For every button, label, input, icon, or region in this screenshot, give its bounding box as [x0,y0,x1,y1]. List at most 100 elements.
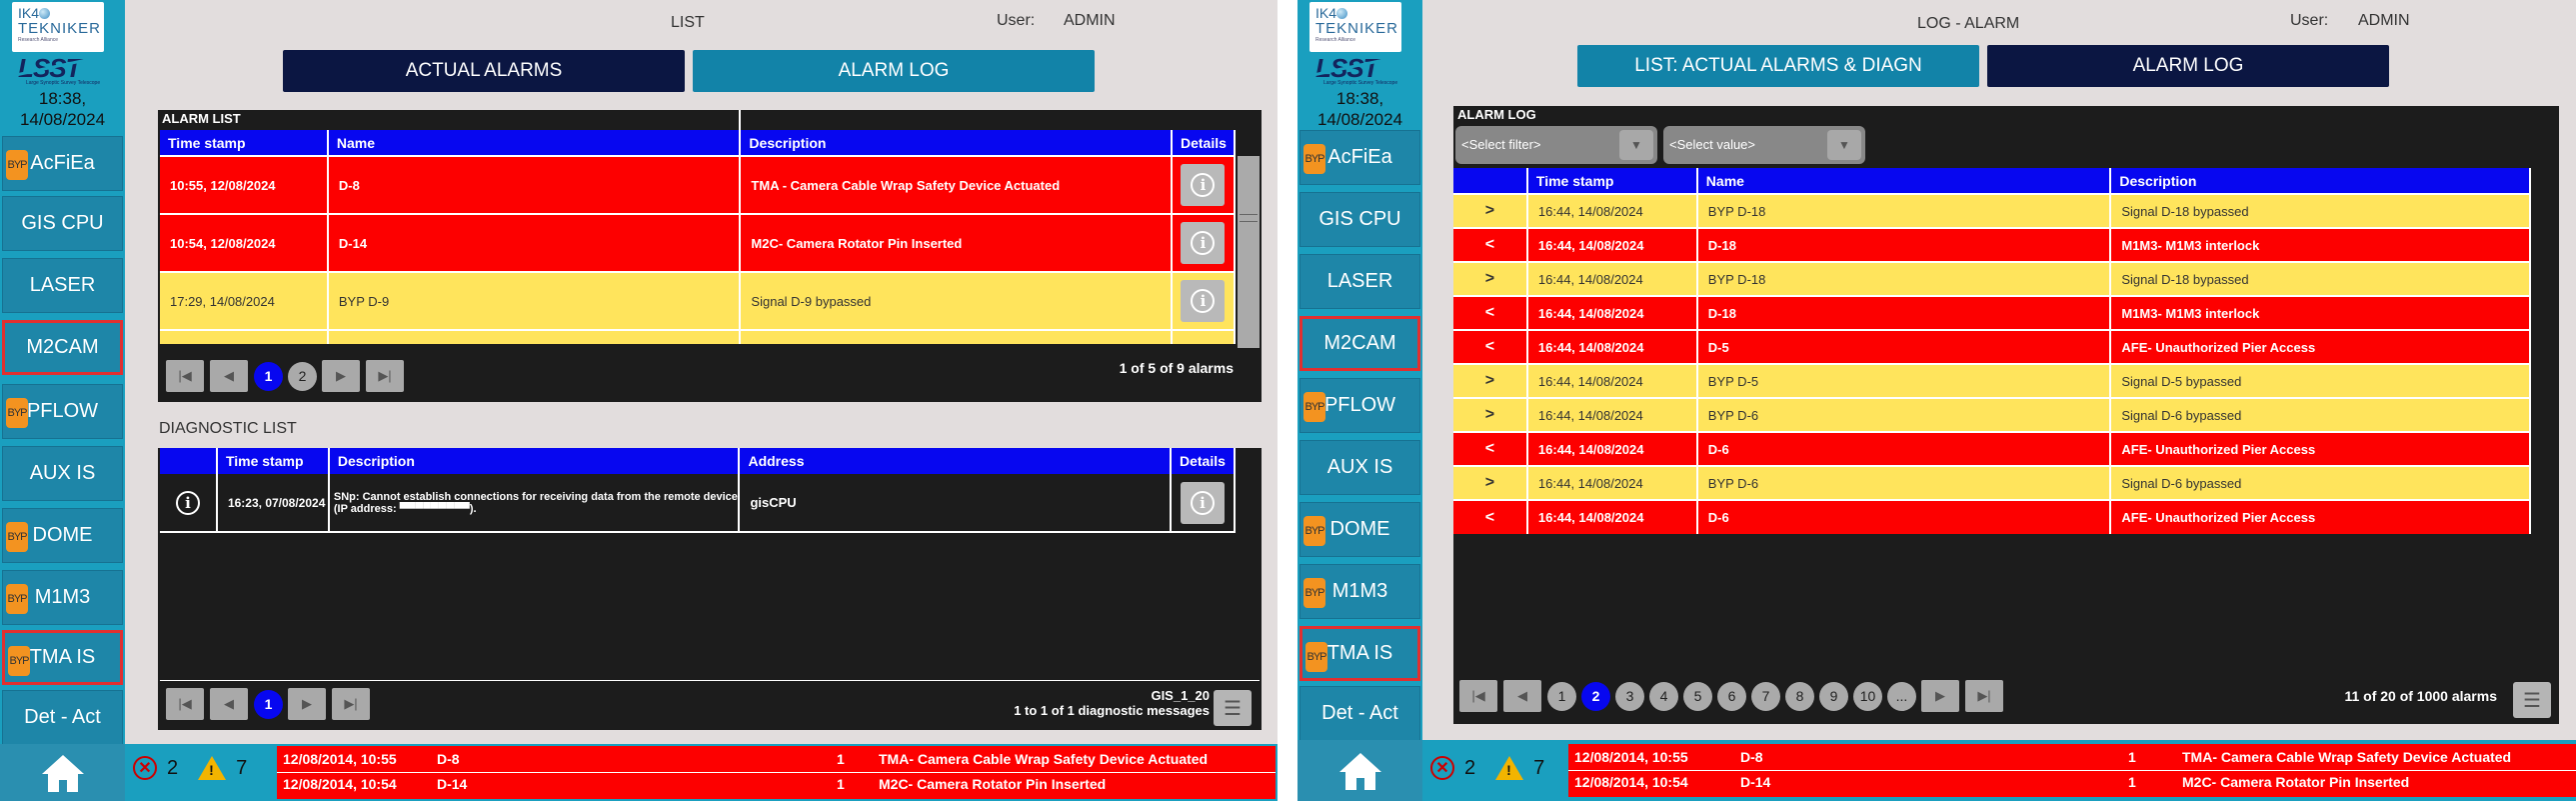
details-button[interactable]: i [1180,481,1225,524]
details-button[interactable]: i [1181,164,1226,206]
details-button[interactable]: i [1181,280,1226,322]
cell-description: SNp: Cannot establish connections for re… [328,474,741,533]
cell-description: Signal D-18 bypassed [2110,193,2531,228]
home-button[interactable] [1297,740,1422,801]
table-row[interactable]: 17:29, 14/08/2024 BYP D-9 Signal D-9 byp… [160,271,1237,330]
first-page-button[interactable]: |◀ [166,360,204,392]
table-row[interactable]: <16:44, 14/08/2024 D-5 AFE- Unauthorized P… [1453,329,2531,364]
tab-alarm-log[interactable]: ALARM LOG [1987,45,2389,87]
table-row[interactable]: >16:44, 14/08/2024 BYP D-6 Signal D-6 bypa… [1453,465,2531,500]
chevron-down-icon: ▼ [1827,130,1861,160]
error-icon: ✕ [1430,756,1454,780]
list-item[interactable]: 12/08/2014, 10:55 D-8 1 TMA- Camera Cabl… [277,748,1276,772]
next-page-button[interactable]: ▶ [1921,680,1959,712]
sidebar-button-aux-is[interactable]: AUX IS [2,446,123,501]
last-page-button[interactable]: ▶| [332,688,370,720]
sidebar-button-label: GIS CPU [1318,208,1401,230]
col-description: Description [740,130,1173,156]
sidebar-button-pflow[interactable]: BYP PFLOW [2,384,123,439]
alarm-summary-list[interactable]: 12/08/2014, 10:55 D-8 1 TMA- Camera Cabl… [1568,744,2576,797]
filter-select[interactable]: <Select filter> ▼ [1455,126,1657,164]
table-row[interactable]: <16:44, 14/08/2024 D-18 M1M3- M1M3 interlo… [1453,295,2531,330]
next-page-button[interactable]: ▶ [322,360,360,392]
page-number[interactable]: 2 [288,361,317,391]
warning-icon: ! [1495,756,1524,780]
details-button[interactable]: i [1181,222,1226,264]
page-number[interactable]: 9 [1819,681,1848,711]
table-row[interactable]: <16:44, 14/08/2024 D-6 AFE- Unauthorized P… [1453,431,2531,466]
alarm-summary-list[interactable]: 12/08/2014, 10:55 D-8 1 TMA- Camera Cabl… [277,746,1276,799]
sidebar-button-m1m3[interactable]: BYP M1M3 [2,570,123,625]
alarm-log-panel: ALARM LOG <Select filter> ▼ <Select value… [1453,106,2559,724]
menu-button[interactable]: ☰ [2513,682,2551,718]
tab-actual-alarms[interactable]: ACTUAL ALARMS [283,50,685,92]
next-page-button[interactable]: ▶ [288,688,326,720]
tekniker-logo: IK4 TEKNIKER Research Alliance [1309,2,1401,52]
page-number[interactable]: 3 [1615,681,1644,711]
last-page-button[interactable]: ▶| [1965,680,2003,712]
list-item[interactable]: 12/08/2014, 10:54 D-14 1 M2C- Camera Rot… [277,772,1276,796]
page-number[interactable]: 4 [1649,681,1678,711]
page-number[interactable]: 1 [1547,681,1576,711]
user-label: User: [997,12,1036,29]
last-page-button[interactable]: ▶| [366,360,404,392]
tab-list-actual-alarms-diagn[interactable]: LIST: ACTUAL ALARMS & DIAGN [1577,45,1979,87]
table-row[interactable]: >16:44, 14/08/2024 BYP D-18 Signal D-18 by… [1453,193,2531,228]
sidebar-button-aux-is[interactable]: AUX IS [1299,440,1420,495]
page-number[interactable]: 8 [1785,681,1814,711]
prev-page-button[interactable]: ◀ [1503,680,1541,712]
sidebar-button-dome[interactable]: BYP DOME [1299,502,1420,557]
list-item[interactable]: 12/08/2014, 10:55 D-8 1 TMA- Camera Cabl… [1568,746,2576,770]
sidebar-button-acfiea[interactable]: BYP AcFiEa [2,136,123,191]
sidebar-button-tma-is[interactable]: BYP TMA IS [1299,626,1420,681]
warning-count: 7 [236,756,248,779]
sidebar-button-acfiea[interactable]: BYP AcFiEa [1299,130,1420,185]
cell-name: BYP D-18 [1696,193,2112,228]
diagnostic-count: GIS_1_20 1 to 1 of 1 diagnostic messages [1014,688,1210,718]
page-number[interactable]: 7 [1751,681,1780,711]
cell-description: TMA - Camera Cable Wrap Safety Device Ac… [740,155,1173,214]
page-number[interactable]: 6 [1717,681,1746,711]
col-timestamp: Time stamp [160,130,329,156]
page-number[interactable]: 1 [254,689,283,719]
table-row[interactable]: <16:44, 14/08/2024 D-6 AFE- Unauthorized P… [1453,499,2531,534]
first-page-button[interactable]: |◀ [1459,680,1497,712]
sidebar-button-laser[interactable]: LASER [1299,254,1420,309]
sidebar-button-laser[interactable]: LASER [2,258,123,313]
sidebar-button-tma-is[interactable]: BYP TMA IS [2,630,123,685]
tab-alarm-log[interactable]: ALARM LOG [693,50,1095,92]
table-row[interactable]: >16:44, 14/08/2024 BYP D-6 Signal D-6 bypa… [1453,397,2531,432]
sidebar-button-pflow[interactable]: BYP PFLOW [1299,378,1420,433]
list-item[interactable]: 12/08/2014, 10:54 D-14 1 M2C- Camera Rot… [1568,770,2576,794]
alarm-list-scrollbar[interactable] [1238,156,1260,348]
table-row[interactable]: i 16:23, 07/08/2024 SNp: Cannot establis… [160,474,1237,533]
menu-button[interactable]: ☰ [1214,690,1252,726]
page-number[interactable]: 2 [1581,681,1610,711]
page-number[interactable]: 5 [1683,681,1712,711]
cell-description: Signal D-9 bypassed [740,271,1173,330]
sidebar-button-m1m3[interactable]: BYP M1M3 [1299,564,1420,619]
sidebar-button-gis-cpu[interactable]: GIS CPU [2,196,123,251]
page-number[interactable]: 10 [1853,681,1882,711]
table-row[interactable]: 10:54, 12/08/2024 D-14 M2C- Camera Rotat… [160,213,1237,272]
cell-description: AFE- Unauthorized Pier Access [2110,431,2531,466]
sidebar-button-det-act[interactable]: Det - Act [2,690,123,745]
sidebar-button-gis-cpu[interactable]: GIS CPU [1299,192,1420,247]
first-page-icon: |◀ [1471,688,1485,703]
page-ellipsis[interactable]: ... [1887,681,1916,711]
table-row[interactable]: 10:55, 12/08/2024 D-8 TMA - Camera Cable… [160,155,1237,214]
sidebar-button-dome[interactable]: BYP DOME [2,508,123,563]
first-page-button[interactable]: |◀ [166,688,204,720]
table-row[interactable]: <16:44, 14/08/2024 D-18 M1M3- M1M3 interlo… [1453,227,2531,262]
prev-page-button[interactable]: ◀ [210,688,248,720]
prev-page-button[interactable]: ◀ [210,360,248,392]
sidebar-button-det-act[interactable]: Det - Act [1299,686,1420,741]
table-row[interactable]: >16:44, 14/08/2024 BYP D-5 Signal D-5 bypa… [1453,363,2531,398]
page-number[interactable]: 1 [254,361,283,391]
value-select[interactable]: <Select value> ▼ [1663,126,1865,164]
sidebar-button-m2cam[interactable]: M2CAM [2,320,123,375]
sidebar-button-m2cam[interactable]: M2CAM [1299,316,1420,371]
home-button[interactable] [0,744,125,801]
cell-time: 16:44, 14/08/2024 [1526,465,1698,500]
table-row[interactable]: >16:44, 14/08/2024 BYP D-18 Signal D-18 by… [1453,261,2531,296]
